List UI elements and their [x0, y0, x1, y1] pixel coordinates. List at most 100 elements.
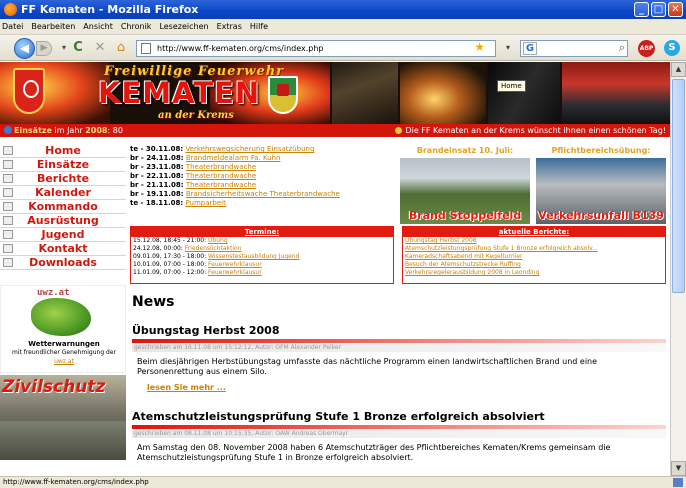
- event-date: br - 19.11.08:: [130, 190, 184, 198]
- mail-icon: [3, 244, 13, 253]
- bookmark-star-icon[interactable]: ★: [474, 40, 485, 55]
- article-title[interactable]: Übungstag Herbst 2008: [132, 324, 666, 339]
- event-link[interactable]: Theaterbrandwache: [186, 172, 256, 180]
- menu-lesezeichen[interactable]: Lesezeichen: [159, 22, 208, 31]
- bericht-link[interactable]: Kameradschaftsabend mit Kegelturnier: [403, 253, 665, 261]
- nav-item-home[interactable]: Home: [0, 144, 126, 158]
- star-icon: [3, 160, 13, 169]
- page-icon: [141, 43, 151, 54]
- banner-line3: an der Krems: [158, 110, 234, 121]
- berichte-title[interactable]: aktuelle Berichte:: [403, 227, 665, 237]
- event-link[interactable]: Theaterbrandwache: [186, 181, 256, 189]
- event-date: br - 21.11.08:: [130, 181, 184, 189]
- menu-ansicht[interactable]: Ansicht: [83, 22, 113, 31]
- menu-extras[interactable]: Extras: [217, 22, 242, 31]
- menu-hilfe[interactable]: Hilfe: [250, 22, 268, 31]
- bericht-link[interactable]: Übungstag Herbst 2008: [403, 237, 665, 245]
- window-titlebar: FF Kematen - Mozilla Firefox _ □ ✕: [0, 0, 686, 19]
- nav-item-berichte[interactable]: Berichte: [0, 172, 126, 186]
- ticker-middle: im Jahr: [51, 126, 86, 135]
- event-link[interactable]: Theaterbrandwache: [186, 163, 256, 171]
- termin-link[interactable]: Friedenslichtaktion: [185, 245, 242, 252]
- event-date: br - 23.11.08:: [130, 163, 184, 171]
- reload-icon[interactable]: C: [70, 40, 86, 56]
- weather-title: Wetterwarnungen: [28, 340, 100, 348]
- url-text: http://www.ff-kematen.org/cms/index.php: [157, 44, 324, 53]
- event-link[interactable]: Brandsicherheitswache Theaterbrandwache: [186, 190, 340, 198]
- austria-weather-map[interactable]: [31, 298, 91, 336]
- ticker-bar: Einsätze im Jahr 2008: 80 Die FF Kematen…: [0, 124, 670, 137]
- featured-image-pflichtbereich[interactable]: Pflichtbereichsübung: Verkehrsunfall B13…: [536, 146, 666, 226]
- event-link[interactable]: Brandmeldealarm Fa. Kuhn: [186, 154, 281, 162]
- nav-label: Ausrüstung: [27, 214, 99, 227]
- termin-link[interactable]: Feuerwehrklausur: [208, 261, 262, 268]
- bericht-link[interactable]: Verkehrsregelerausbildung 2008 in Leondi…: [403, 269, 665, 277]
- scroll-down-button[interactable]: ▼: [671, 461, 686, 476]
- search-icon[interactable]: ⌕: [619, 41, 625, 55]
- termin-link[interactable]: Übung: [208, 237, 228, 244]
- list-item: br - 22.11.08: Theaterbrandwache: [130, 172, 390, 181]
- article-title[interactable]: Atemschutzleistungsprüfung Stufe 1 Bronz…: [132, 410, 666, 425]
- nav-item-kontakt[interactable]: Kontakt: [0, 242, 126, 256]
- featured-overlay-text: Brand Stoppelfeld: [408, 209, 522, 222]
- back-button[interactable]: ◀: [14, 38, 35, 59]
- banner-photo-4: [562, 62, 670, 124]
- ticker-year: 2008: [85, 126, 108, 135]
- scroll-thumb[interactable]: [672, 79, 685, 293]
- read-more-link[interactable]: lesen Sie mehr ...: [132, 380, 666, 392]
- window-controls: _ □ ✕: [634, 2, 683, 17]
- featured-caption: Brandeinsatz 10. Juli:: [416, 146, 514, 155]
- menu-chronik[interactable]: Chronik: [121, 22, 152, 31]
- event-date: br - 22.11.08:: [130, 172, 184, 180]
- minimize-button[interactable]: _: [634, 2, 649, 17]
- url-bar[interactable]: http://www.ff-kematen.org/cms/index.php …: [136, 40, 496, 57]
- scroll-up-button[interactable]: ▲: [671, 62, 686, 77]
- termin-link[interactable]: Wissenstestausbildung Jugend: [208, 253, 299, 260]
- home-icon[interactable]: ⌂: [113, 40, 129, 56]
- maximize-button[interactable]: □: [651, 2, 666, 17]
- nav-item-jugend[interactable]: Jugend: [0, 228, 126, 242]
- people-icon: [3, 202, 13, 211]
- article-meta: geschrieben am 08.11.08 um 10:15:35, Aut…: [132, 429, 666, 438]
- uwz-link[interactable]: uwz.at: [1, 358, 127, 365]
- firefox-icon: [4, 3, 17, 16]
- list-item: te - 30.11.08: Verkehrswegsicherung Eins…: [130, 145, 390, 154]
- flood-photo: [0, 421, 126, 460]
- nav-item-ausruestung[interactable]: Ausrüstung: [0, 214, 126, 228]
- recent-events-list: te - 30.11.08: Verkehrswegsicherung Eins…: [130, 145, 390, 208]
- skype-icon[interactable]: S: [664, 40, 680, 56]
- nav-item-einsaetze[interactable]: Einsätze: [0, 158, 126, 172]
- nav-label: Kontakt: [38, 242, 88, 255]
- bericht-link[interactable]: Besuch der Atemschutzstrecke Ruffing: [403, 261, 665, 269]
- nav-label: Jugend: [41, 228, 85, 241]
- search-input[interactable]: G ⌕: [520, 40, 628, 57]
- adblock-icon[interactable]: ABP: [638, 40, 655, 57]
- nav-item-kommando[interactable]: Kommando: [0, 200, 126, 214]
- featured-image-brandeinsatz[interactable]: Brandeinsatz 10. Juli: Brand Stoppelfeld: [400, 146, 530, 226]
- url-dropdown-icon[interactable]: ▾: [500, 40, 516, 56]
- stop-icon[interactable]: ✕: [92, 40, 108, 56]
- ticker-left: Einsätze im Jahr 2008: 80: [4, 124, 123, 137]
- bericht-link[interactable]: Atemschutzleistungsprüfung Stufe 1 Bronz…: [403, 245, 665, 253]
- termine-title[interactable]: Termine:: [131, 227, 393, 237]
- menu-datei[interactable]: Datei: [2, 22, 23, 31]
- home-tooltip: Home: [497, 80, 526, 92]
- status-icon: [673, 478, 683, 487]
- google-icon[interactable]: G: [523, 42, 537, 55]
- event-link[interactable]: Verkehrswegsicherung Einsatzübung: [185, 145, 314, 153]
- vertical-scrollbar[interactable]: ▲ ▼: [670, 62, 686, 476]
- nav-item-kalender[interactable]: Kalender: [0, 186, 126, 200]
- calendar-icon: [3, 188, 13, 197]
- close-button[interactable]: ✕: [668, 2, 683, 17]
- termin-link[interactable]: Feuerwehrklausur: [208, 269, 262, 276]
- menu-bearbeiten[interactable]: Bearbeiten: [31, 22, 75, 31]
- list-item: br - 21.11.08: Theaterbrandwache: [130, 181, 390, 190]
- list-item: 09.01.09, 17:30 - 18:00: Wissenstestausb…: [131, 253, 393, 261]
- event-link[interactable]: Pumparbeit: [185, 199, 225, 207]
- nav-label: Home: [45, 144, 81, 157]
- status-text: http://www.ff-kematen.org/cms/index.php: [3, 478, 149, 486]
- zivilschutz-banner[interactable]: Zivilschutz: [0, 375, 126, 460]
- nav-item-downloads[interactable]: Downloads: [0, 256, 126, 270]
- forward-button[interactable]: ▶: [36, 41, 52, 56]
- weather-warning-widget[interactable]: uwz.at Wetterwarnungen mit freundlicher …: [0, 285, 126, 373]
